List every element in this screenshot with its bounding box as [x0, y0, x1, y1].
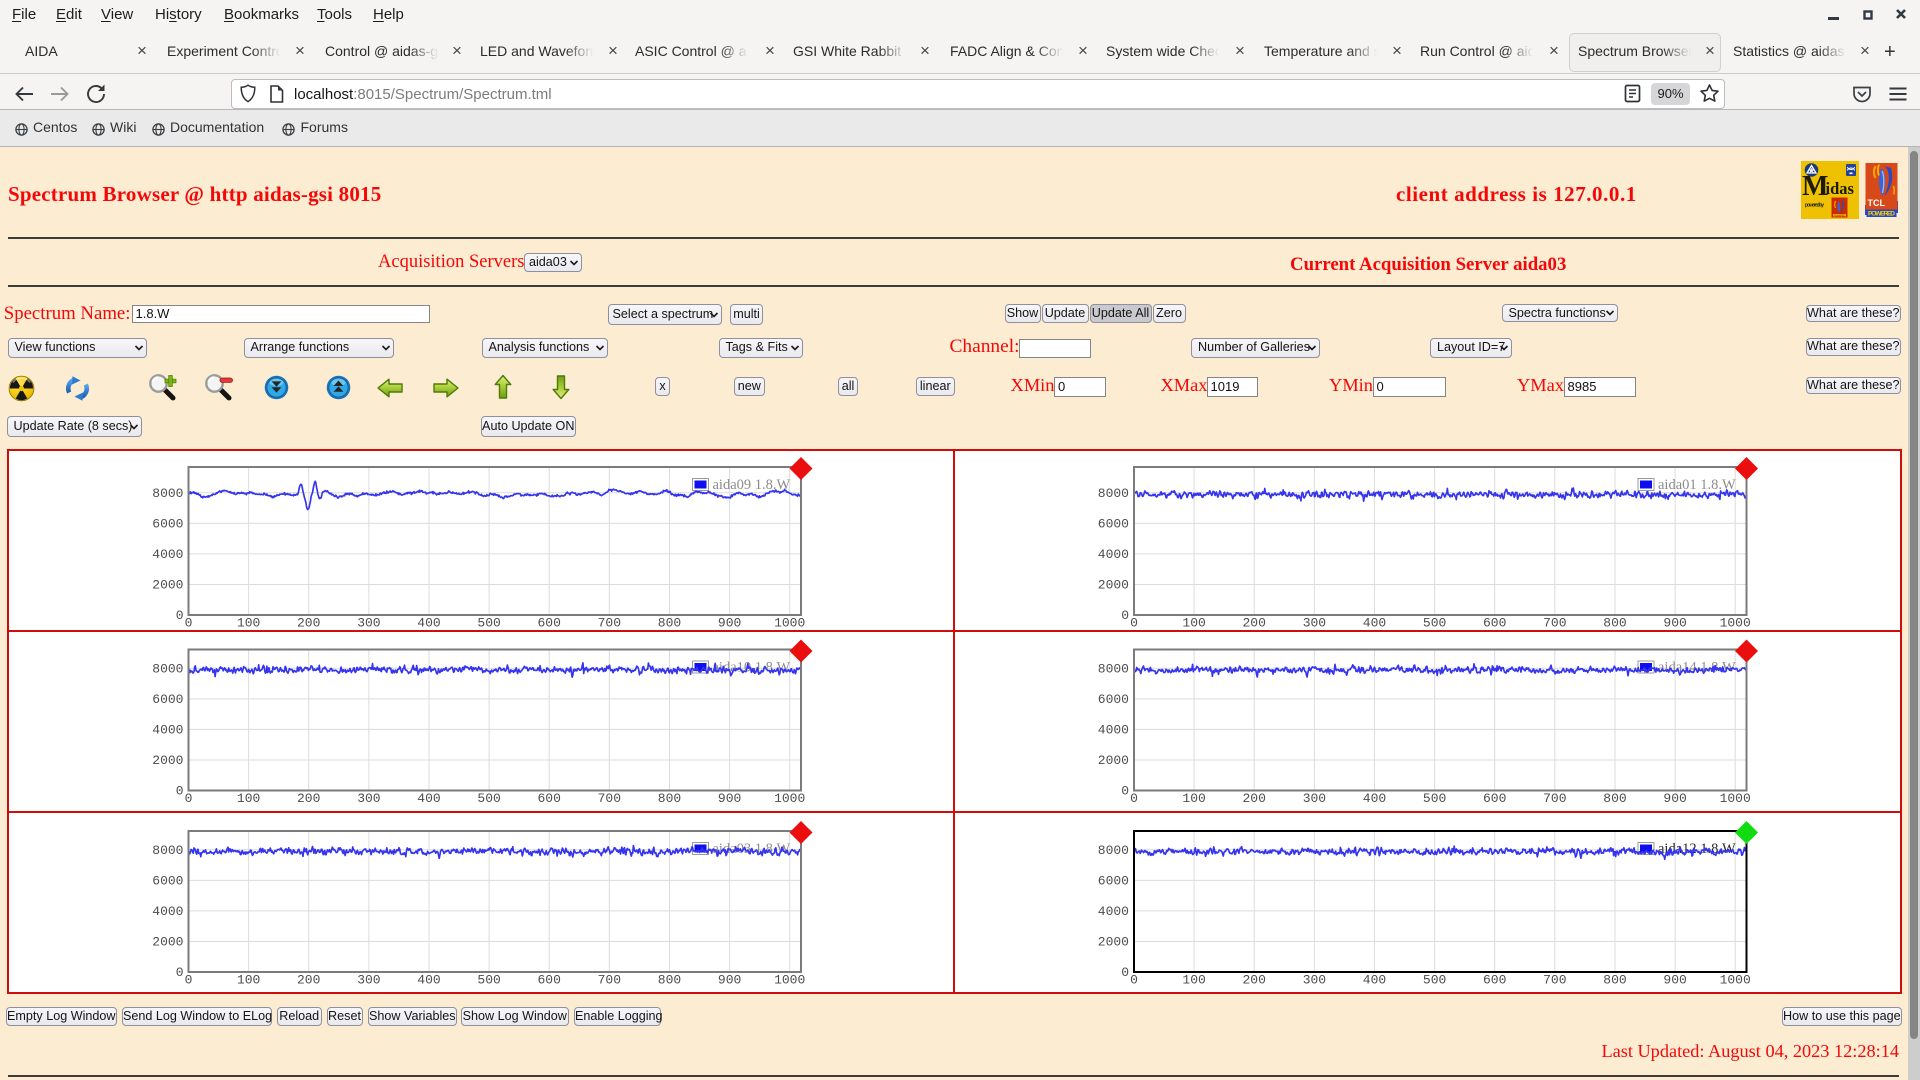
svg-text:600: 600 [1483, 615, 1506, 630]
svg-text:300: 300 [357, 615, 380, 630]
svg-text:300: 300 [357, 972, 380, 987]
svg-text:6000: 6000 [152, 692, 183, 707]
svg-text:600: 600 [1483, 791, 1506, 806]
svg-text:800: 800 [1603, 791, 1626, 806]
svg-text:100: 100 [237, 615, 260, 630]
svg-text:300: 300 [1303, 615, 1326, 630]
svg-text:6000: 6000 [1098, 874, 1129, 889]
svg-text:200: 200 [297, 791, 320, 806]
svg-text:900: 900 [718, 791, 741, 806]
svg-text:1000: 1000 [774, 791, 805, 806]
svg-text:300: 300 [1303, 972, 1326, 987]
svg-text:4000: 4000 [152, 547, 183, 562]
svg-text:200: 200 [1242, 791, 1265, 806]
svg-text:0: 0 [176, 608, 184, 623]
svg-text:8000: 8000 [1098, 486, 1129, 501]
svg-text:4000: 4000 [1098, 904, 1129, 919]
svg-text:6000: 6000 [152, 874, 183, 889]
svg-text:400: 400 [417, 615, 440, 630]
svg-text:8000: 8000 [1098, 662, 1129, 677]
svg-text:400: 400 [1363, 615, 1386, 630]
svg-text:400: 400 [417, 791, 440, 806]
svg-text:8000: 8000 [152, 662, 183, 677]
svg-text:900: 900 [1663, 791, 1686, 806]
svg-text:800: 800 [658, 615, 681, 630]
svg-text:8000: 8000 [1098, 843, 1129, 858]
svg-text:200: 200 [297, 972, 320, 987]
svg-text:1000: 1000 [774, 615, 805, 630]
svg-text:100: 100 [237, 972, 260, 987]
svg-text:700: 700 [1543, 791, 1566, 806]
svg-text:0: 0 [185, 615, 193, 630]
svg-text:600: 600 [537, 791, 560, 806]
svg-text:aida09 1.8.W: aida09 1.8.W [713, 477, 791, 493]
svg-text:100: 100 [1182, 972, 1205, 987]
svg-text:6000: 6000 [1098, 517, 1129, 532]
svg-text:4000: 4000 [152, 723, 183, 738]
svg-text:1000: 1000 [1720, 615, 1751, 630]
svg-text:500: 500 [1423, 791, 1446, 806]
svg-text:200: 200 [1242, 615, 1265, 630]
svg-text:100: 100 [1182, 615, 1205, 630]
svg-text:2000: 2000 [152, 935, 183, 950]
svg-text:8000: 8000 [152, 486, 183, 501]
svg-text:400: 400 [1363, 972, 1386, 987]
svg-text:1000: 1000 [1720, 972, 1751, 987]
svg-text:4000: 4000 [1098, 723, 1129, 738]
svg-text:700: 700 [598, 615, 621, 630]
svg-text:0: 0 [1130, 972, 1138, 987]
svg-text:6000: 6000 [1098, 692, 1129, 707]
svg-text:0: 0 [1130, 791, 1138, 806]
svg-text:100: 100 [1182, 791, 1205, 806]
svg-text:800: 800 [1603, 972, 1626, 987]
svg-text:900: 900 [718, 972, 741, 987]
svg-text:0: 0 [1130, 615, 1138, 630]
svg-text:aida14 1.8.W: aida14 1.8.W [1658, 660, 1736, 676]
svg-text:0: 0 [185, 972, 193, 987]
svg-text:1000: 1000 [1720, 791, 1751, 806]
svg-text:100: 100 [237, 791, 260, 806]
svg-text:700: 700 [1543, 615, 1566, 630]
svg-text:aida01 1.8.W: aida01 1.8.W [1658, 477, 1736, 493]
svg-text:200: 200 [297, 615, 320, 630]
svg-text:0: 0 [1121, 608, 1129, 623]
svg-text:0: 0 [1121, 965, 1129, 980]
svg-text:300: 300 [357, 791, 380, 806]
svg-text:2000: 2000 [1098, 753, 1129, 768]
svg-text:8000: 8000 [152, 843, 183, 858]
svg-text:900: 900 [1663, 972, 1686, 987]
svg-text:500: 500 [1423, 615, 1446, 630]
svg-text:600: 600 [1483, 972, 1506, 987]
svg-text:900: 900 [1663, 615, 1686, 630]
svg-text:500: 500 [477, 615, 500, 630]
svg-text:500: 500 [1423, 972, 1446, 987]
svg-text:700: 700 [598, 791, 621, 806]
svg-text:0: 0 [1121, 784, 1129, 799]
svg-text:0: 0 [176, 965, 184, 980]
svg-text:2000: 2000 [152, 578, 183, 593]
svg-text:0: 0 [176, 784, 184, 799]
svg-text:2000: 2000 [1098, 935, 1129, 950]
svg-text:500: 500 [477, 791, 500, 806]
svg-text:800: 800 [658, 972, 681, 987]
svg-text:1000: 1000 [774, 972, 805, 987]
svg-text:4000: 4000 [152, 904, 183, 919]
svg-text:4000: 4000 [1098, 547, 1129, 562]
svg-text:700: 700 [598, 972, 621, 987]
svg-text:6000: 6000 [152, 517, 183, 532]
svg-text:900: 900 [718, 615, 741, 630]
svg-text:2000: 2000 [152, 753, 183, 768]
svg-text:300: 300 [1303, 791, 1326, 806]
svg-text:400: 400 [1363, 791, 1386, 806]
svg-text:800: 800 [1603, 615, 1626, 630]
svg-text:0: 0 [185, 791, 193, 806]
svg-text:800: 800 [658, 791, 681, 806]
svg-text:2000: 2000 [1098, 578, 1129, 593]
svg-text:200: 200 [1242, 972, 1265, 987]
svg-text:600: 600 [537, 972, 560, 987]
svg-text:600: 600 [537, 615, 560, 630]
svg-text:700: 700 [1543, 972, 1566, 987]
svg-text:400: 400 [417, 972, 440, 987]
svg-text:500: 500 [477, 972, 500, 987]
